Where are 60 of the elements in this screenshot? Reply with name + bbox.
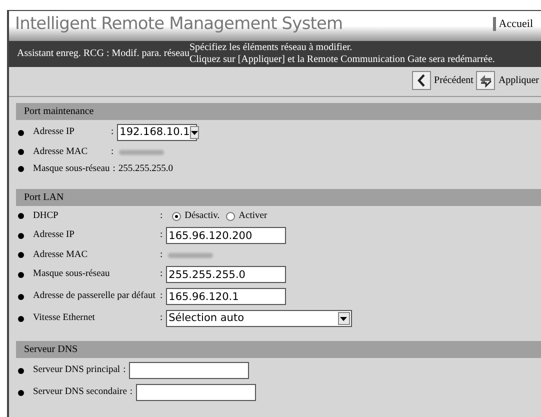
blurred-value — [168, 252, 213, 258]
section-header: Port LAN — [16, 189, 541, 206]
colon-separator: : — [160, 290, 163, 304]
field-label: Serveur DNS secondaire — [33, 386, 127, 400]
colon-separator: : — [160, 229, 163, 242]
chevron-left-icon — [412, 71, 432, 90]
bullet-icon — [18, 149, 24, 155]
wizard-step: Assistant enreg. RCG : Modif. para. réseau — [17, 48, 190, 60]
bullet-icon — [18, 166, 24, 172]
field-label: Masque sous-réseau — [33, 268, 111, 282]
field-label: DHCP — [33, 210, 60, 223]
bullet-icon — [18, 252, 24, 258]
dropdown-field[interactable]: Sélection auto — [166, 310, 352, 327]
instruction-text: Spécifiez les éléments réseau à modifier. — [189, 42, 354, 53]
section-header: Serveur DNS — [16, 341, 541, 358]
field-label: Adresse IP — [33, 126, 76, 140]
bullet-icon — [18, 316, 24, 322]
field-value: 255.255.255.0 — [118, 162, 174, 176]
colon-separator: : — [111, 126, 114, 140]
home-link[interactable]: Accueil — [498, 16, 533, 32]
bullet-icon — [18, 390, 24, 396]
input-field[interactable]: 165.96.120.1 — [166, 288, 286, 305]
instruction-text: Cliquez sur [Appliquer] et la Remote Communication Gate sera redémarrée. — [189, 54, 495, 66]
colon-separator: : — [160, 248, 163, 262]
colon-separator: : — [160, 210, 163, 223]
bullet-icon — [18, 213, 24, 219]
colon-separator: : — [160, 312, 163, 326]
radio-option[interactable]: Activer — [226, 208, 268, 224]
colon-separator: : — [160, 268, 163, 282]
bullet-icon — [18, 272, 24, 278]
bullet-icon — [18, 368, 24, 374]
input-field[interactable]: 255.255.255.0 — [166, 266, 286, 283]
input-field[interactable] — [128, 362, 249, 379]
swap-arrows-icon — [476, 71, 496, 90]
field-label: Adresse MAC — [33, 146, 89, 159]
dropdown-field[interactable]: 192.168.10.1 — [116, 124, 197, 141]
radio-option[interactable]: Désactiv. — [172, 208, 220, 224]
input-field[interactable]: 165.96.120.200 — [166, 227, 286, 244]
bullet-icon — [18, 294, 24, 300]
field-label: Masque sous-réseau — [33, 162, 110, 176]
field-label: Adresse de passerelle par défaut — [33, 290, 156, 304]
apply-button[interactable]: Appliquer — [476, 71, 539, 90]
section-header: Port maintenance — [16, 103, 541, 120]
divider-mark-icon — [492, 17, 496, 32]
colon-separator: : — [123, 364, 126, 378]
colon-separator: : — [111, 146, 114, 159]
colon-separator: : — [130, 386, 133, 400]
bullet-icon — [18, 232, 24, 238]
radio-button[interactable] — [172, 212, 181, 220]
field-label: Serveur DNS principal — [33, 364, 120, 378]
field-label: Vitesse Ethernet — [33, 312, 96, 326]
blurred-value — [118, 150, 164, 154]
colon-separator: : — [112, 162, 116, 176]
field-label: Adresse MAC — [33, 248, 89, 262]
radio-button[interactable] — [226, 212, 235, 220]
back-button[interactable]: Précédent — [412, 71, 474, 90]
input-field[interactable] — [136, 384, 256, 401]
bullet-icon — [18, 130, 24, 136]
app-title: Intelligent Remote Management System — [15, 13, 343, 36]
field-label: Adresse IP — [33, 229, 76, 242]
